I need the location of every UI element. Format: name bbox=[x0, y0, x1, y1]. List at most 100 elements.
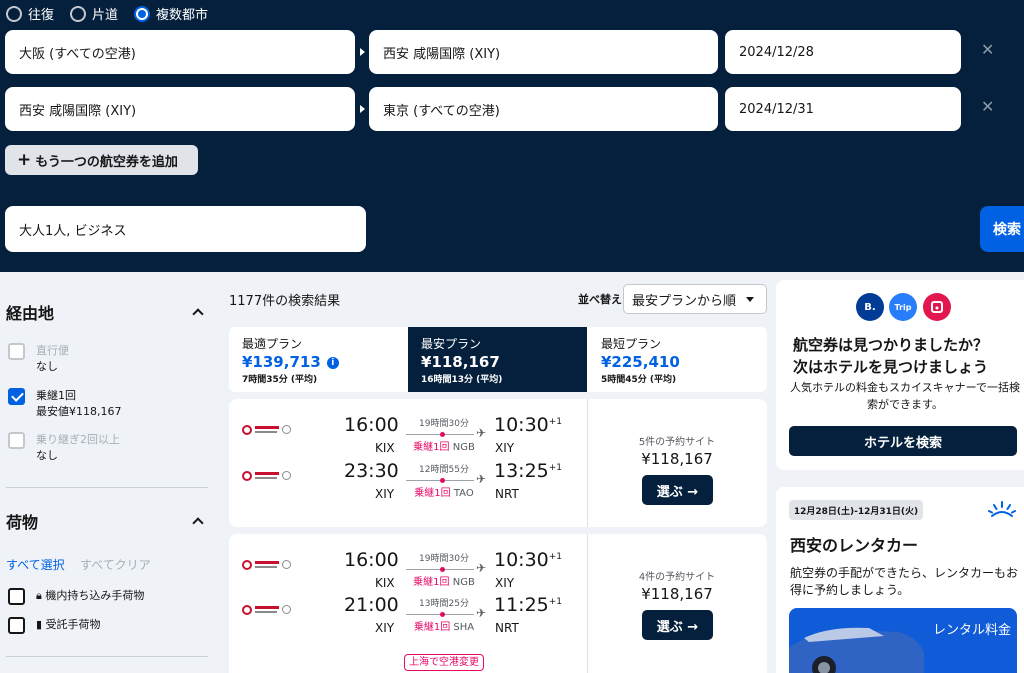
leg2-to-field[interactable]: 東京 (すべての空港) bbox=[369, 87, 718, 131]
search-panel: 往復 片道 複数都市 大阪 (すべての空港) 西安 咸陽国際 (XIY) 202… bbox=[0, 0, 1024, 272]
car-dates-badge: 12月28日(土)-12月31日(火) bbox=[789, 500, 923, 520]
leg1-to-field[interactable]: 西安 咸陽国際 (XIY) bbox=[369, 30, 718, 74]
arrival-time: 13:25+1 bbox=[494, 460, 563, 482]
hotel-ad-text: 人気ホテルの料金もスカイスキャナーで一括検索ができます。 bbox=[790, 381, 1021, 411]
sort-select[interactable]: 最安プランから順 bbox=[623, 284, 767, 314]
flight-duration: 13時間25分 bbox=[419, 599, 469, 609]
booking-sites-count: 4件の予約サイト bbox=[638, 572, 716, 583]
arrival-airport: NRT bbox=[495, 621, 519, 635]
departure-time: 16:00 bbox=[344, 414, 399, 436]
leg1-date-field[interactable]: 2024/12/28 bbox=[725, 30, 961, 74]
stops-info: 乗継1回 SHA bbox=[413, 622, 475, 633]
stop-dot bbox=[440, 478, 445, 483]
airline-logo-icon bbox=[242, 560, 292, 570]
select-button[interactable]: 選ぶ → bbox=[642, 475, 713, 505]
stops-nonstop-checkbox[interactable] bbox=[8, 343, 25, 360]
hotel-ad-title: 航空券は見つかりましたか？ 次はホテルを見つけましょう bbox=[793, 336, 989, 376]
airline-logo-icon bbox=[242, 471, 292, 481]
add-flight-button[interactable]: + もう一つの航空券を追加 bbox=[5, 145, 198, 175]
arrival-airport: NRT bbox=[495, 487, 519, 501]
divider bbox=[6, 656, 208, 657]
radio-icon bbox=[70, 5, 87, 22]
result-price: ¥118,167 bbox=[641, 585, 713, 603]
select-button[interactable]: 選ぶ → bbox=[642, 610, 713, 640]
travellers-field[interactable]: 大人1人, ビジネス bbox=[5, 206, 366, 252]
stops-info: 乗継1回 NGB bbox=[413, 442, 475, 453]
car-ad-title: 西安のレンタカー bbox=[790, 536, 919, 555]
departure-airport: KIX bbox=[375, 441, 395, 455]
departure-airport: XIY bbox=[375, 621, 395, 635]
carry-on-checkbox[interactable] bbox=[8, 588, 25, 605]
leg1-from-field[interactable]: 大阪 (すべての空港) bbox=[5, 30, 355, 74]
flight-duration: 19時間30分 bbox=[419, 554, 469, 564]
radio-selected-icon bbox=[134, 5, 151, 22]
arrow-right-icon bbox=[360, 48, 365, 56]
flight-duration: 19時間30分 bbox=[419, 419, 469, 429]
stops-nonstop-label: 直行便 なし bbox=[36, 344, 69, 373]
suitcase-icon: ▮ bbox=[36, 618, 43, 631]
results-count: 1177件の検索結果 bbox=[229, 294, 341, 309]
carry-on-label: 🔒︎ 機内持ち込み手荷物 bbox=[36, 589, 145, 602]
arrival-time: 10:30+1 bbox=[494, 414, 563, 436]
remove-leg1-icon[interactable]: ✕ bbox=[981, 40, 994, 59]
leg2-date-field[interactable]: 2024/12/31 bbox=[725, 87, 961, 131]
car-ad-text: 航空券の手配ができたら、レンタカーもお得に予約しましょう。 bbox=[790, 566, 1019, 597]
divider bbox=[587, 534, 588, 673]
tab-fastest[interactable]: 最短プラン ¥225,410 5時間45分 (平均) bbox=[588, 327, 767, 392]
tab-best[interactable]: 最適プラン ¥139,713 i 7時間35分 (平均) bbox=[229, 327, 407, 392]
stops-two-plus-checkbox[interactable] bbox=[8, 432, 25, 449]
departure-time: 16:00 bbox=[344, 549, 399, 571]
baggage-filter-title: 荷物 bbox=[6, 513, 39, 532]
remove-leg2-icon[interactable]: ✕ bbox=[981, 97, 994, 116]
airline-logo-icon bbox=[242, 425, 292, 435]
stops-two-plus-label: 乗り継ぎ2回以上 なし bbox=[36, 433, 120, 462]
stops-filter-title: 経由地 bbox=[6, 304, 55, 323]
price-tabs: 最適プラン ¥139,713 i 7時間35分 (平均) 最安プラン ¥118,1… bbox=[229, 327, 767, 392]
stop-dot bbox=[440, 567, 445, 572]
trip-logo-icon: Trip bbox=[889, 293, 917, 321]
trip-type-selector: 往復 片道 複数都市 bbox=[6, 4, 224, 23]
booking-sites-count: 5件の予約サイト bbox=[638, 437, 716, 448]
search-button[interactable]: 検索 bbox=[980, 206, 1024, 252]
arrival-airport: XIY bbox=[495, 576, 515, 590]
arrival-time: 10:30+1 bbox=[494, 549, 563, 571]
tab-cheapest[interactable]: 最安プラン ¥118,167 16時間13分 (平均) bbox=[408, 327, 587, 392]
flight-duration: 12時間55分 bbox=[419, 465, 469, 475]
agoda-logo-icon bbox=[923, 293, 951, 321]
trip-type-roundtrip[interactable]: 往復 bbox=[6, 4, 54, 23]
chevron-up-icon[interactable] bbox=[192, 517, 204, 529]
trip-type-oneway[interactable]: 片道 bbox=[70, 4, 118, 23]
hotel-search-button[interactable]: ホテルを検索 bbox=[789, 426, 1017, 456]
stop-dot bbox=[440, 612, 445, 617]
departure-airport: XIY bbox=[375, 487, 395, 501]
trip-type-multicity[interactable]: 複数都市 bbox=[134, 4, 208, 23]
stops-one-label: 乗継1回 最安値¥118,167 bbox=[36, 389, 122, 418]
bag-icon: 🔒︎ bbox=[36, 589, 42, 602]
departure-airport: KIX bbox=[375, 576, 395, 590]
car-image-label: レンタル料金 bbox=[932, 623, 1011, 638]
clear-all-link[interactable]: すべてクリア bbox=[80, 556, 151, 573]
sun-logo-icon bbox=[988, 501, 1016, 517]
stops-info: 乗継1回 TAO bbox=[414, 488, 474, 499]
stops-info: 乗継1回 NGB bbox=[413, 577, 475, 588]
caret-down-icon bbox=[746, 297, 754, 302]
airport-change-warning: 上海で空港変更 bbox=[404, 654, 484, 671]
checked-bag-label: ▮ 受託手荷物 bbox=[36, 618, 101, 631]
car-image bbox=[789, 608, 1017, 673]
chevron-up-icon[interactable] bbox=[192, 308, 204, 320]
stops-one-checkbox[interactable] bbox=[8, 388, 25, 405]
booking-logo-icon: B. bbox=[856, 293, 884, 321]
leg2-from-field[interactable]: 西安 咸陽国際 (XIY) bbox=[5, 87, 355, 131]
departure-time: 21:00 bbox=[344, 594, 399, 616]
plus-icon: + bbox=[17, 150, 32, 170]
arrival-airport: XIY bbox=[495, 441, 515, 455]
arrow-right-icon bbox=[360, 105, 365, 113]
info-icon[interactable]: i bbox=[326, 357, 339, 369]
airline-logo-icon bbox=[242, 605, 292, 615]
checked-bag-checkbox[interactable] bbox=[8, 617, 25, 634]
select-all-link[interactable]: すべて選択 bbox=[6, 556, 65, 573]
stop-dot bbox=[440, 432, 445, 437]
sort-label: 並べ替え bbox=[578, 293, 622, 306]
arrival-time: 11:25+1 bbox=[494, 594, 563, 616]
result-price: ¥118,167 bbox=[641, 450, 713, 468]
